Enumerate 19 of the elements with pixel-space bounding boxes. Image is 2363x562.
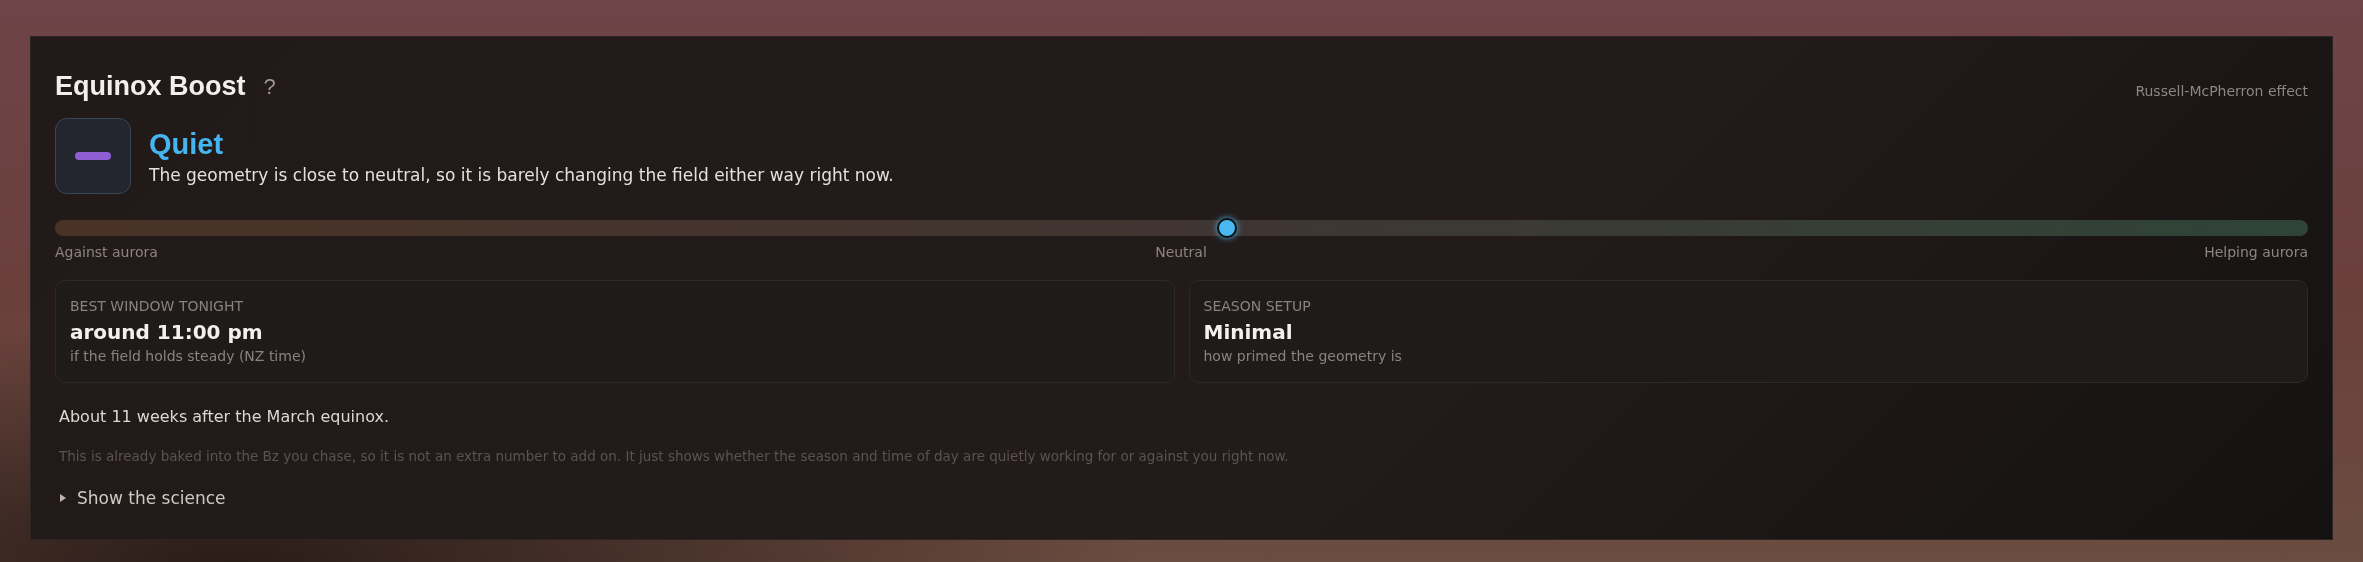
disclosure-toggle[interactable]: Show the science bbox=[77, 488, 226, 508]
help-button[interactable]: ? bbox=[259, 73, 280, 100]
effect-caption: Russell-McPherron effect bbox=[2135, 83, 2308, 99]
card-note: if the field holds steady (NZ time) bbox=[70, 348, 307, 364]
disclaimer-text: This is already baked into the Bz you chase, so it is not an extra number to add on. It just shows whether the season and time of day are quietly working for or against you right now. bbox=[59, 448, 1290, 464]
summary-text: About 11 weeks after the March equinox. bbox=[59, 407, 390, 426]
card-label: SEASON SETUP bbox=[1203, 298, 1312, 314]
card-value: around 11:00 pm bbox=[70, 320, 264, 344]
card-value: Minimal bbox=[1203, 320, 1294, 344]
disclosure-triangle-icon[interactable] bbox=[59, 494, 67, 502]
panel-title: Equinox Boost bbox=[55, 71, 246, 102]
status-label: Quiet bbox=[149, 127, 225, 161]
dash-icon bbox=[55, 118, 131, 194]
card-label: BEST WINDOW TONIGHT bbox=[70, 298, 244, 314]
card-note: how primed the geometry is bbox=[1203, 348, 1403, 364]
status-description: The geometry is close to neutral, so it is barely changing the field either way right now. bbox=[149, 164, 894, 185]
gauge-label: Helping aurora bbox=[2204, 244, 2308, 260]
gauge-label: Neutral bbox=[1155, 244, 1207, 260]
gauge-label: Against aurora bbox=[55, 244, 158, 260]
